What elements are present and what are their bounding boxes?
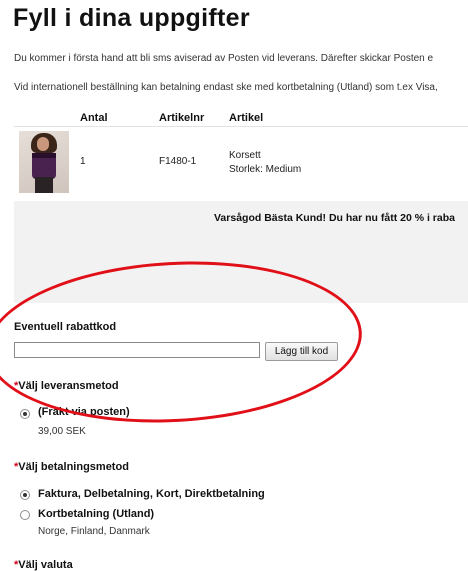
shipping-radio-post[interactable] bbox=[20, 409, 30, 419]
payment-option-note: Norge, Finland, Danmark bbox=[38, 526, 150, 537]
product-image[interactable] bbox=[19, 131, 69, 193]
shipping-option-label[interactable]: (Frakt via posten) bbox=[38, 406, 130, 418]
page-title: Fyll i dina uppgifter bbox=[13, 4, 250, 32]
payment-option-invoice[interactable]: Faktura, Delbetalning, Kort, Direktbetal… bbox=[38, 488, 265, 500]
column-header-qty: Antal bbox=[80, 112, 108, 124]
column-header-article: Artikel bbox=[229, 112, 264, 124]
shipping-label-text: Välj leveransmetod bbox=[18, 380, 119, 392]
currency-label: *Välj valuta bbox=[14, 559, 73, 571]
shipping-method-label: *Välj leveransmetod bbox=[14, 380, 119, 392]
payment-radio-card-abroad[interactable] bbox=[20, 510, 30, 520]
coupon-label: Eventuell rabattkod bbox=[14, 321, 117, 333]
cell-article-variant: Storlek: Medium bbox=[229, 164, 302, 175]
payment-method-label: *Välj betalningsmetod bbox=[14, 461, 129, 473]
cell-qty: 1 bbox=[80, 156, 86, 167]
intro-text-international: Vid internationell beställning kan betal… bbox=[14, 82, 438, 93]
intro-text-sms: Du kommer i första hand att bli sms avis… bbox=[14, 53, 434, 64]
promo-message: Varsågod Bästa Kund! Du har nu fått 20 %… bbox=[214, 212, 455, 224]
payment-radio-invoice[interactable] bbox=[20, 490, 30, 500]
table-divider bbox=[14, 126, 468, 127]
payment-option-card-abroad[interactable]: Kortbetalning (Utland) bbox=[38, 508, 154, 520]
shipping-option-price: 39,00 SEK bbox=[38, 426, 86, 437]
column-header-sku: Artikelnr bbox=[159, 112, 205, 124]
add-coupon-button[interactable]: Lägg till kod bbox=[265, 342, 338, 361]
cell-sku: F1480-1 bbox=[159, 156, 197, 167]
payment-label-text: Välj betalningsmetod bbox=[18, 461, 129, 473]
cell-article-name: Korsett bbox=[229, 150, 261, 161]
currency-label-text: Välj valuta bbox=[18, 559, 73, 571]
coupon-code-input[interactable] bbox=[14, 342, 260, 358]
